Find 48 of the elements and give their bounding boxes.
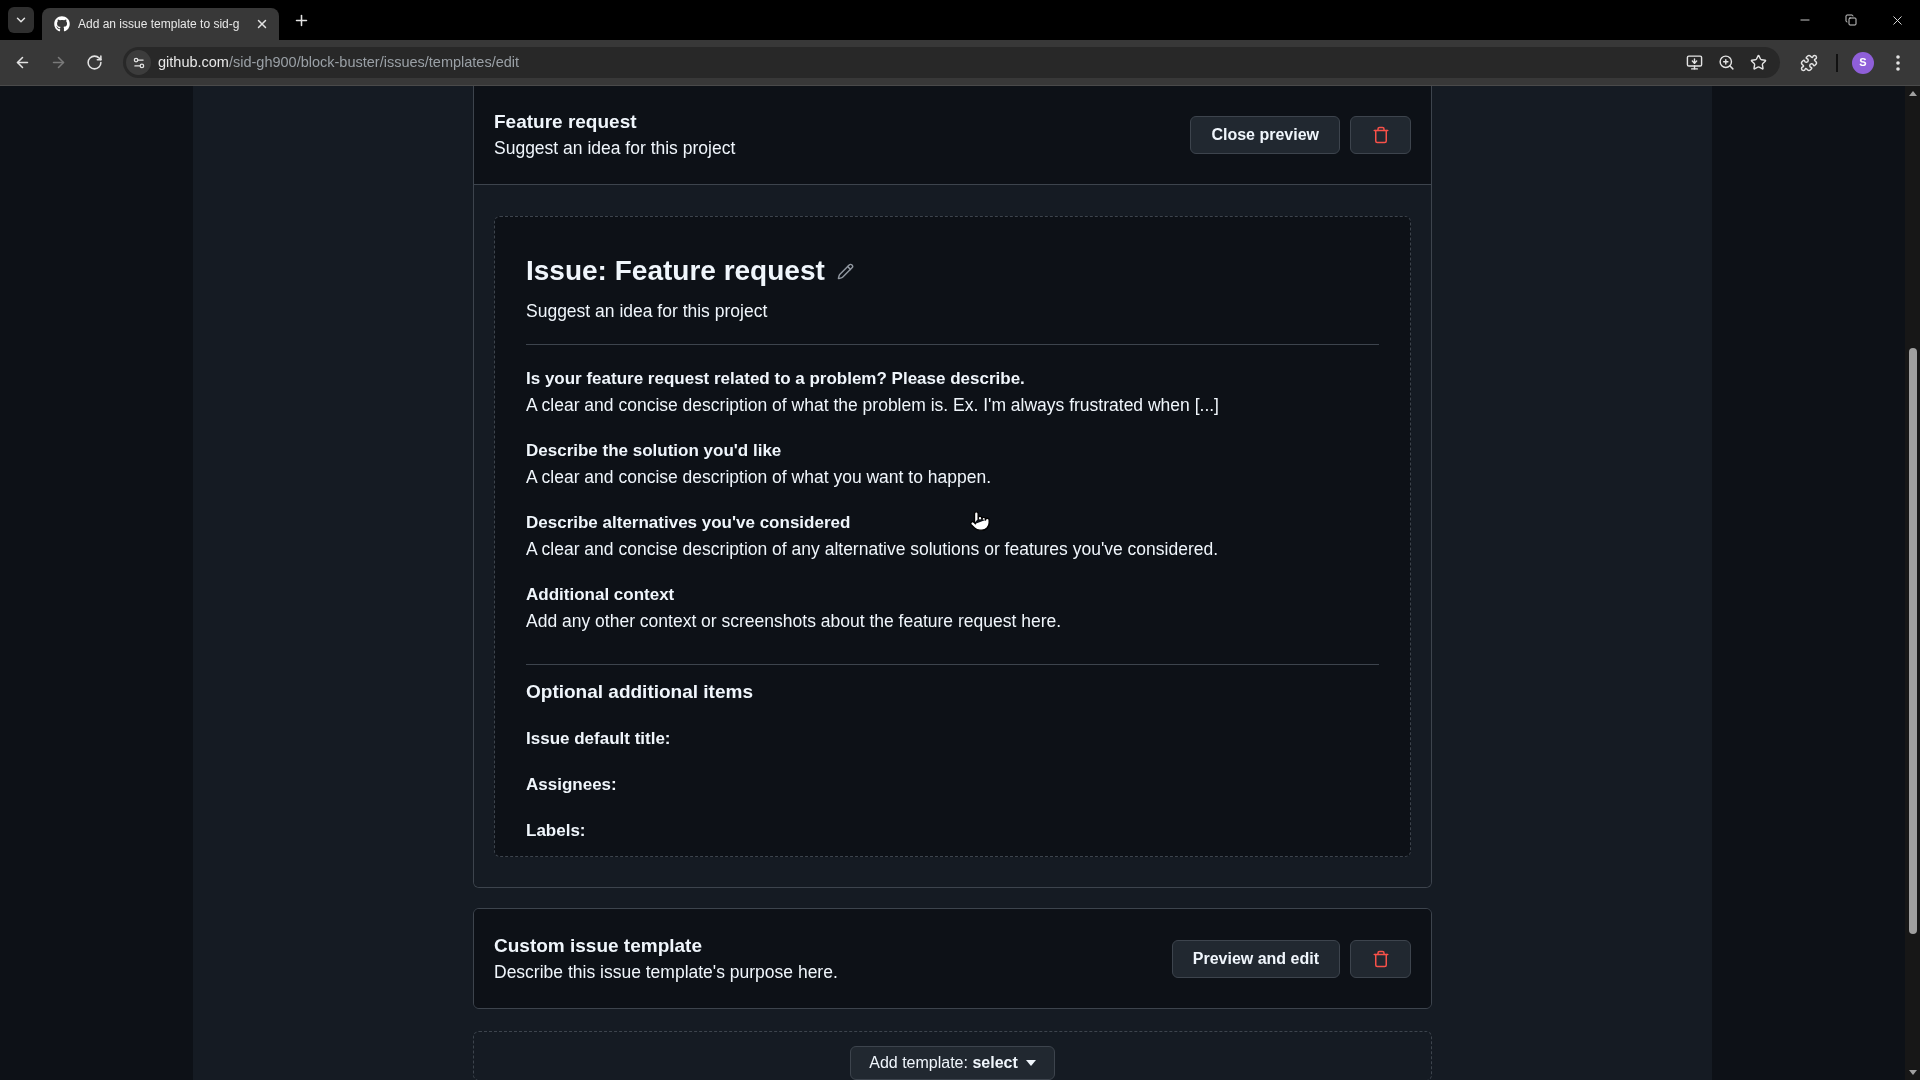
tab-title: Add an issue template to sid-g [78,16,240,33]
close-preview-button[interactable]: Close preview [1190,116,1340,154]
section-heading: Describe alternatives you've considered [526,512,851,534]
zoom-in-icon [1717,54,1735,71]
template-title: Feature request [494,110,637,134]
address-bar[interactable]: github.com/sid-gh900/block-buster/issues/templates/edit [123,47,1780,78]
field-label: Labels: [526,820,586,842]
optional-items-heading: Optional additional items [526,680,753,704]
section-text: A clear and concise description of any alternative solutions or features you've considered. [526,538,1219,561]
scroll-up-icon[interactable] [1908,91,1917,96]
site-info-button[interactable] [126,50,151,75]
template-description: Describe this issue template's purpose here. [494,960,838,984]
section-heading: Is your feature request related to a problem? Please describe. [526,368,1025,390]
restore-icon [1845,14,1857,26]
profile-button[interactable]: S [1852,51,1874,74]
field-label: Assignees: [526,774,617,796]
preview-description: Suggest an idea for this project [526,300,768,323]
section-heading: Additional context [526,584,675,606]
puzzle-icon [1800,53,1818,72]
section-text: A clear and concise description of what you want to happen. [526,466,991,489]
template-description: Suggest an idea for this project [494,137,736,160]
trash-icon [1371,126,1390,144]
scrollbar-thumb[interactable] [1908,348,1917,934]
menu-icon [1896,54,1900,71]
template-title: Custom issue template [494,933,702,958]
reload-icon [85,54,103,71]
preview-edit-button[interactable]: Preview and edit [1171,939,1340,978]
field-label: Issue default title: [526,728,671,750]
caret-down-icon [1025,1060,1036,1066]
sliders-icon [131,55,146,70]
site-logo-icon [54,16,70,32]
pencil-icon[interactable] [836,262,854,280]
section-text: Add any other context or screenshots about the feature request here. [526,610,1062,633]
monitor-download-icon [1685,54,1703,71]
star-icon [1749,54,1767,71]
url-text: github.com/sid-gh900/block-buster/issues/templates/edit [158,52,520,72]
hand-cursor-icon [969,509,991,533]
section-text: A clear and concise description of what the problem is. Ex. I'm always frustrated when [...] [526,394,1219,417]
delete-button[interactable] [1350,939,1411,978]
trash-icon [1371,949,1390,968]
scroll-down-icon[interactable] [1908,1070,1917,1075]
delete-button[interactable] [1350,116,1411,154]
section-heading: Describe the solution you'd like [526,440,782,462]
browser-tab[interactable]: Add an issue template to sid-g [42,8,280,40]
add-template-button[interactable]: Add template: select [850,1046,1055,1080]
tab-list-button[interactable] [8,7,34,33]
scrollbar-track[interactable] [1905,86,1920,1080]
preview-title: Issue: Feature request [526,254,825,288]
